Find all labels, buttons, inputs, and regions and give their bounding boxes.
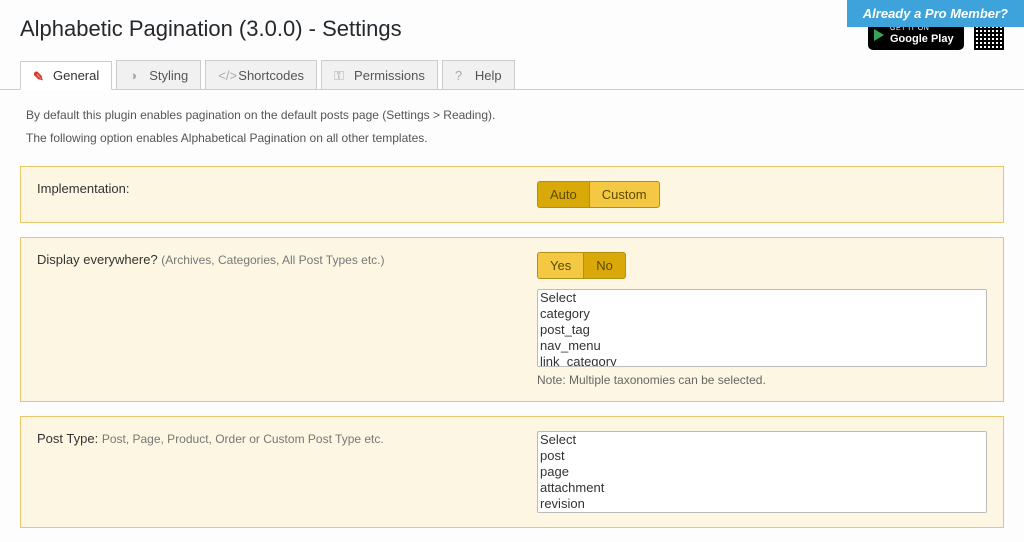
tab-label: Shortcodes <box>238 68 304 83</box>
tab-permissions[interactable]: ⚿ Permissions <box>321 60 438 89</box>
tab-label: Styling <box>149 68 188 83</box>
display-toggle: Yes No <box>537 252 987 279</box>
label-text: Post Type: <box>37 431 98 446</box>
help-icon: ? <box>455 68 469 82</box>
taxonomy-select[interactable]: Selectcategorypost_tagnav_menulink_categ… <box>537 289 987 367</box>
pro-member-banner[interactable]: Already a Pro Member? <box>847 0 1024 27</box>
row-label: Implementation: <box>37 181 537 208</box>
implementation-custom-button[interactable]: Custom <box>589 181 660 208</box>
settings-tabs: ✎ General ◑ Styling </> Shortcodes ⚿ Per… <box>0 60 1024 90</box>
tab-shortcodes[interactable]: </> Shortcodes <box>205 60 317 89</box>
intro-text: By default this plugin enables paginatio… <box>0 90 1024 156</box>
label-hint: (Archives, Categories, All Post Types et… <box>161 253 384 267</box>
panel-post-type: Post Type: Post, Page, Product, Order or… <box>20 416 1004 528</box>
code-icon: </> <box>218 68 232 82</box>
key-icon: ⚿ <box>334 68 348 82</box>
row-body: Selectpostpageattachmentrevision <box>537 431 987 513</box>
signature-icon: ✎ <box>33 69 47 83</box>
intro-line: The following option enables Alphabetica… <box>26 127 998 150</box>
row-body: Auto Custom <box>537 181 987 208</box>
play-icon <box>874 29 884 41</box>
tab-general[interactable]: ✎ General <box>20 61 112 90</box>
implementation-auto-button[interactable]: Auto <box>537 181 589 208</box>
intro-line: By default this plugin enables paginatio… <box>26 104 998 127</box>
row-label: Post Type: Post, Page, Product, Order or… <box>37 431 537 513</box>
tab-label: Permissions <box>354 68 425 83</box>
play-badge-text: GET IT ON Google Play <box>890 25 954 45</box>
post-type-select[interactable]: Selectpostpageattachmentrevision <box>537 431 987 513</box>
panel-implementation: Implementation: Auto Custom <box>20 166 1004 223</box>
taxonomy-note: Note: Multiple taxonomies can be selecte… <box>537 373 987 387</box>
palette-icon: ◑ <box>129 68 143 82</box>
implementation-toggle: Auto Custom <box>537 181 987 208</box>
panel-display-everywhere: Display everywhere? (Archives, Categorie… <box>20 237 1004 402</box>
label-hint: Post, Page, Product, Order or Custom Pos… <box>102 432 384 446</box>
tab-label: Help <box>475 68 502 83</box>
page-title: Alphabetic Pagination (3.0.0) - Settings <box>20 16 402 42</box>
label-text: Display everywhere? <box>37 252 158 267</box>
tab-label: General <box>53 68 99 83</box>
display-yes-button[interactable]: Yes <box>537 252 583 279</box>
display-no-button[interactable]: No <box>583 252 626 279</box>
row-body: Yes No Selectcategorypost_tagnav_menulin… <box>537 252 987 387</box>
tab-styling[interactable]: ◑ Styling <box>116 60 201 89</box>
row-label: Display everywhere? (Archives, Categorie… <box>37 252 537 387</box>
tab-help[interactable]: ? Help <box>442 60 515 89</box>
